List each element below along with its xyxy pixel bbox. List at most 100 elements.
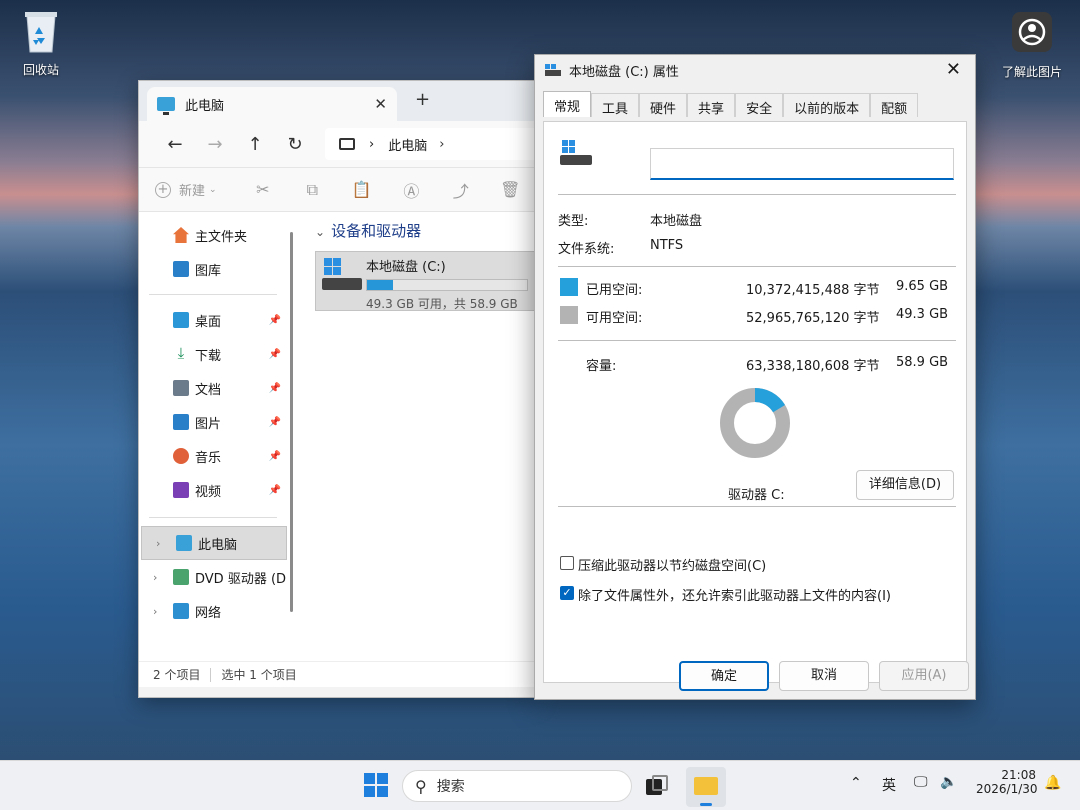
- notification-bell-icon[interactable]: 🔔: [1044, 775, 1061, 791]
- pin-icon[interactable]: 📌: [269, 451, 281, 462]
- sidebar-item-documents[interactable]: 文档 📌: [139, 371, 287, 405]
- tab-tools[interactable]: 工具: [591, 93, 640, 117]
- sidebar-scrollbar[interactable]: [290, 232, 293, 612]
- sidebar-item-dvd-drive[interactable]: › DVD 驱动器 (D: [139, 560, 287, 594]
- forward-arrow-icon[interactable]: →: [195, 134, 235, 155]
- close-tab-icon[interactable]: ✕: [374, 95, 387, 113]
- sidebar-item-label: 主文件夹: [195, 229, 248, 245]
- address-bar[interactable]: › 此电脑 ›: [325, 128, 535, 160]
- copy-icon[interactable]: ⧉: [288, 180, 337, 200]
- pin-icon[interactable]: 📌: [269, 349, 281, 360]
- dialog-title-bar[interactable]: 本地磁盘 (C:) 属性 ✕: [535, 55, 975, 85]
- picture-icon: [173, 414, 189, 430]
- back-arrow-icon[interactable]: ←: [155, 134, 195, 155]
- used-space-swatch: [560, 278, 578, 296]
- navigation-pane: 主文件夹 图库 桌面 📌 ⤓ 下载 📌 文档 📌 图片 📌 音乐 📌 视频 📌 …: [139, 212, 293, 661]
- close-icon[interactable]: ✕: [946, 59, 961, 80]
- show-hidden-icons-chevron[interactable]: ⌃: [850, 775, 862, 791]
- expand-chevron-icon[interactable]: ›: [156, 537, 160, 550]
- address-root-chevron[interactable]: ›: [369, 137, 374, 152]
- learn-picture-desktop-icon[interactable]: 了解此图片: [994, 10, 1070, 80]
- new-button[interactable]: + 新建 ⌄: [155, 180, 238, 199]
- sidebar-item-label: 文档: [195, 382, 222, 398]
- dvd-drive-icon: [173, 569, 189, 585]
- pin-icon[interactable]: 📌: [269, 485, 281, 496]
- delete-icon[interactable]: 🗑: [486, 180, 535, 199]
- pin-icon[interactable]: 📌: [269, 315, 281, 326]
- ok-button[interactable]: 确定: [679, 661, 769, 691]
- compress-checkbox[interactable]: [560, 556, 574, 570]
- monitor-icon: [157, 97, 175, 115]
- cut-icon[interactable]: ✂: [238, 180, 287, 199]
- tab-security[interactable]: 安全: [735, 93, 784, 117]
- rename-icon[interactable]: Ⓐ: [387, 178, 436, 202]
- expand-chevron-icon[interactable]: ›: [153, 571, 157, 584]
- recycle-bin-label: 回收站: [22, 63, 59, 77]
- pin-icon[interactable]: 📌: [269, 417, 281, 428]
- tab-general[interactable]: 常规: [543, 91, 592, 117]
- tab-quota[interactable]: 配额: [870, 93, 919, 117]
- sidebar-item-desktop[interactable]: 桌面 📌: [139, 303, 287, 337]
- compress-label[interactable]: 压缩此驱动器以节约磁盘空间(C): [578, 555, 766, 574]
- group-header[interactable]: ⌄ 设备和驱动器: [315, 220, 535, 241]
- sidebar-item-label: 桌面: [195, 314, 222, 330]
- index-label[interactable]: 除了文件属性外，还允许索引此驱动器上文件的内容(I): [578, 585, 891, 604]
- tab-strip: 常规 工具 硬件 共享 安全 以前的版本 配额: [535, 91, 975, 117]
- sidebar-item-pictures[interactable]: 图片 📌: [139, 405, 287, 439]
- drive-tile-c[interactable]: 本地磁盘 (C:) 49.3 GB 可用，共 58.9 GB: [315, 251, 535, 311]
- free-space-swatch: [560, 306, 578, 324]
- new-tab-button[interactable]: +: [415, 89, 430, 110]
- sidebar-item-this-pc[interactable]: › 此电脑: [141, 526, 287, 560]
- refresh-icon[interactable]: ↻: [275, 134, 315, 155]
- tab-hardware[interactable]: 硬件: [639, 93, 688, 117]
- sidebar-item-music[interactable]: 音乐 📌: [139, 439, 287, 473]
- file-explorer-taskbar-button[interactable]: [686, 767, 726, 807]
- apply-button[interactable]: 应用(A): [879, 661, 969, 691]
- network-status-icon[interactable]: 🖵: [914, 774, 928, 790]
- details-button[interactable]: 详细信息(D): [856, 470, 954, 500]
- active-indicator: [700, 803, 712, 806]
- new-label: 新建: [179, 184, 206, 199]
- sidebar-item-label: 下载: [195, 348, 222, 364]
- clock-date: 2026/1/30: [976, 782, 1038, 796]
- recycle-bin-desktop-icon[interactable]: 回收站: [6, 8, 76, 78]
- general-tab-panel: 类型: 本地磁盘 文件系统: NTFS 已用空间: 10,372,415,488…: [543, 121, 967, 683]
- tab-this-pc[interactable]: 此电脑 ✕: [147, 87, 397, 121]
- pin-icon[interactable]: 📌: [269, 383, 281, 394]
- sidebar-item-label: 此电脑: [198, 537, 238, 553]
- start-button[interactable]: [364, 773, 388, 797]
- index-checkbox[interactable]: ✓: [560, 586, 574, 600]
- sidebar-item-home[interactable]: 主文件夹: [139, 218, 287, 252]
- address-trail-chevron[interactable]: ›: [439, 137, 444, 152]
- volume-label-input[interactable]: [650, 148, 954, 180]
- sidebar-item-downloads[interactable]: ⤓ 下载 📌: [139, 337, 287, 371]
- folder-icon: [694, 777, 718, 795]
- divider: [558, 506, 956, 507]
- taskbar-search[interactable]: ⚲ 搜索: [402, 770, 632, 802]
- monitor-icon: [176, 535, 192, 551]
- address-location[interactable]: 此电脑: [388, 135, 427, 154]
- file-list: ⌄ 设备和驱动器 本地磁盘 (C:) 49.3 GB 可用，共 58.9 GB: [287, 212, 535, 661]
- tab-sharing[interactable]: 共享: [687, 93, 736, 117]
- learn-picture-label: 了解此图片: [1001, 65, 1062, 79]
- cancel-button[interactable]: 取消: [779, 661, 869, 691]
- search-placeholder: 搜索: [436, 779, 465, 795]
- type-value: 本地磁盘: [650, 214, 703, 229]
- sidebar-item-network[interactable]: › 网络: [139, 594, 287, 628]
- expand-chevron-icon[interactable]: ›: [153, 605, 157, 618]
- capacity-bytes: 63,338,180,608 字节: [746, 359, 880, 374]
- sidebar-item-gallery[interactable]: 图库: [139, 252, 287, 286]
- paste-icon[interactable]: 📋: [337, 180, 386, 199]
- sidebar-item-videos[interactable]: 视频 📌: [139, 473, 287, 507]
- task-view-icon[interactable]: [646, 775, 668, 797]
- computer-icon: [339, 138, 355, 150]
- clock[interactable]: 21:08 2026/1/30: [976, 768, 1038, 796]
- navigation-bar: ← → ↑ ↻ › 此电脑 ›: [139, 121, 535, 167]
- tab-previous-versions[interactable]: 以前的版本: [783, 93, 871, 117]
- filesystem-label: 文件系统:: [558, 242, 615, 257]
- up-arrow-icon[interactable]: ↑: [235, 134, 275, 155]
- volume-icon[interactable]: 🔈: [940, 774, 957, 790]
- input-method-indicator[interactable]: 英: [882, 775, 896, 795]
- divider: [210, 667, 212, 682]
- share-icon[interactable]: ⤴: [436, 178, 485, 202]
